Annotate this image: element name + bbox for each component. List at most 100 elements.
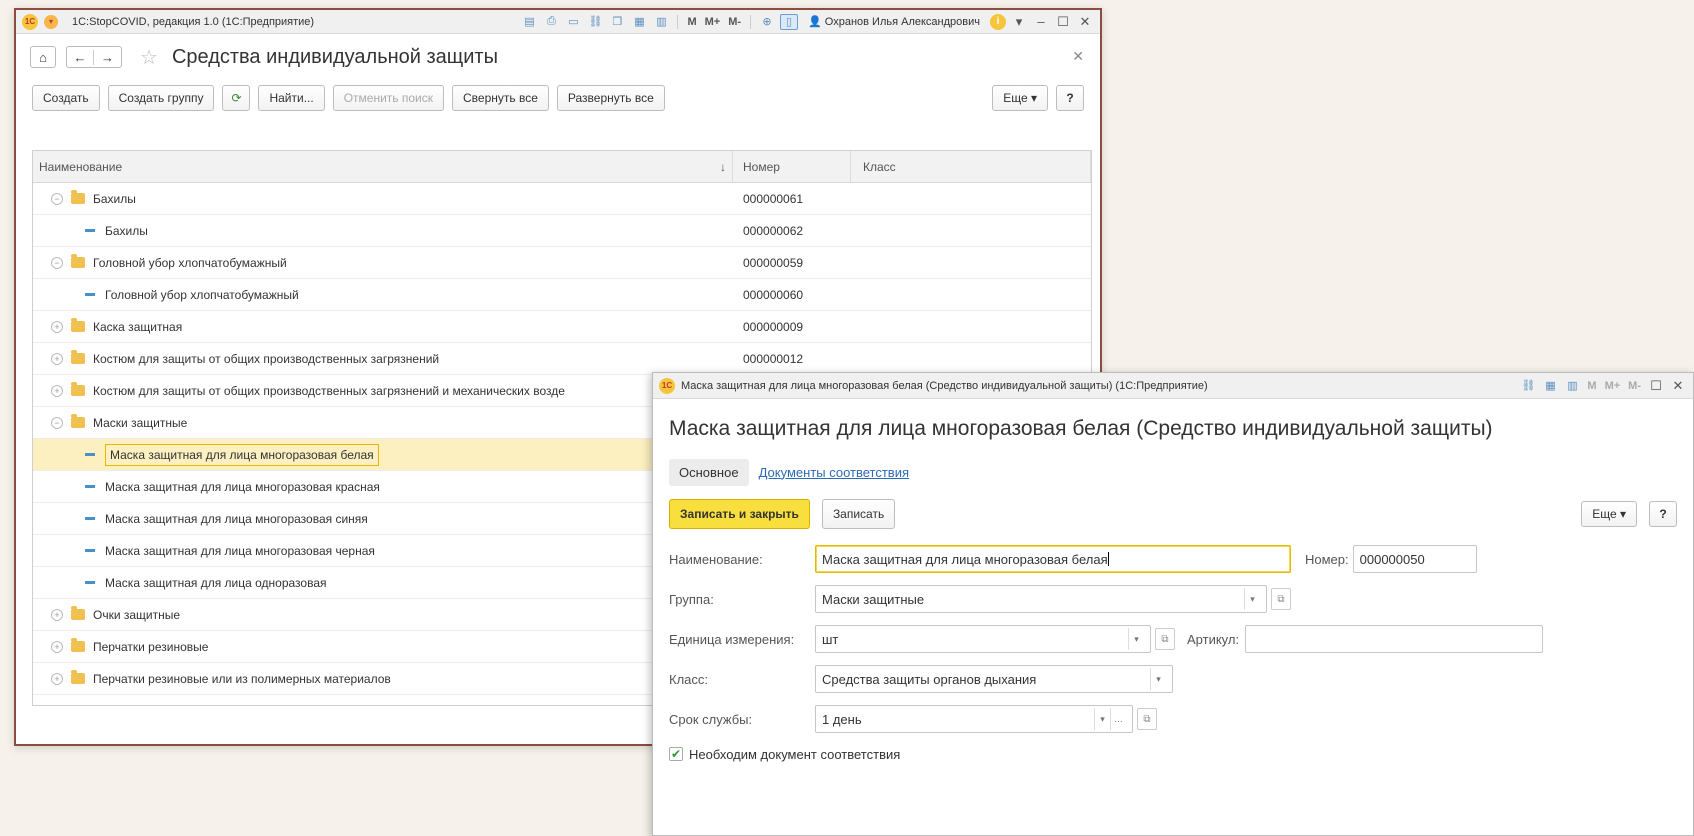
collapse-icon[interactable]: − bbox=[51, 416, 63, 429]
back-icon[interactable]: ← bbox=[67, 49, 95, 65]
table-row[interactable]: − Головной убор хлопчатобумажный 000000059 bbox=[33, 247, 1091, 279]
tab-documents[interactable]: Документы соответствия bbox=[759, 465, 909, 480]
memory-plus-button[interactable]: M+ bbox=[1603, 380, 1623, 392]
find-button[interactable]: Найти... bbox=[258, 85, 325, 111]
forward-icon[interactable]: → bbox=[94, 50, 121, 65]
history-nav: ← → bbox=[66, 46, 122, 68]
close-form-icon[interactable]: ✕ bbox=[1072, 48, 1084, 65]
close-icon[interactable]: ✕ bbox=[1669, 378, 1687, 394]
column-header-name[interactable]: Наименование ↓ bbox=[33, 151, 733, 182]
save-and-close-button[interactable]: Записать и закрыть bbox=[669, 499, 810, 529]
table-row[interactable]: Головной убор хлопчатобумажный 000000060 bbox=[33, 279, 1091, 311]
cell-name: − Маски защитные bbox=[33, 407, 733, 438]
needs-doc-checkbox[interactable]: ✔ bbox=[669, 747, 683, 761]
memory-plus-button[interactable]: M+ bbox=[703, 16, 723, 28]
info-icon[interactable]: i bbox=[990, 13, 1006, 30]
row-name: Маска защитная для лица многоразовая син… bbox=[105, 511, 368, 526]
calendar-icon[interactable]: ▥ bbox=[652, 14, 670, 30]
dropdown-icon[interactable]: ▾ bbox=[1244, 588, 1260, 610]
expand-icon[interactable]: + bbox=[51, 640, 63, 653]
copy-icon[interactable]: ❐ bbox=[608, 14, 626, 30]
collapse-icon[interactable]: − bbox=[51, 192, 63, 205]
1c-logo-icon: 1С bbox=[22, 13, 38, 30]
more-choices-icon[interactable]: … bbox=[1110, 708, 1126, 730]
expand-all-button[interactable]: Развернуть все bbox=[556, 85, 665, 111]
titlebar-toolbar: ▤ ⎙ ▭ ⛓ ❐ ▦ ▥ M M+ M- ⊕ ▯ 👤 Охранов Илья… bbox=[520, 13, 1094, 30]
minimize-icon[interactable]: – bbox=[1032, 14, 1050, 29]
row-name: Очки защитные bbox=[93, 607, 181, 622]
open-icon[interactable]: ⧉ bbox=[1155, 628, 1175, 650]
link-icon[interactable]: ⛓ bbox=[1519, 378, 1537, 394]
expand-icon[interactable]: + bbox=[51, 608, 63, 621]
link-icon[interactable]: ⛓ bbox=[586, 14, 604, 30]
class-field[interactable]: Средства защиты органов дыхания ▾ bbox=[815, 665, 1173, 693]
calendar-icon[interactable]: ▥ bbox=[1563, 378, 1581, 394]
name-field[interactable]: Маска защитная для лица многоразовая бел… bbox=[815, 545, 1291, 573]
cell-name: − Бахилы bbox=[33, 183, 733, 214]
row-name: Перчатки резиновые bbox=[93, 639, 209, 654]
help-button[interactable]: ? bbox=[1056, 85, 1084, 111]
refresh-icon[interactable]: ⟳ bbox=[222, 85, 251, 111]
save-icon[interactable]: ▤ bbox=[520, 14, 538, 30]
column-header-number[interactable]: Номер bbox=[733, 151, 851, 182]
expand-icon[interactable]: + bbox=[51, 672, 63, 685]
column-header-class[interactable]: Класс bbox=[851, 151, 1091, 182]
create-group-button[interactable]: Создать группу bbox=[107, 85, 215, 111]
article-field[interactable] bbox=[1245, 625, 1544, 653]
main-menu-icon[interactable]: ▾ bbox=[44, 14, 58, 29]
number-field[interactable]: 000000050 bbox=[1352, 545, 1477, 573]
expand-icon[interactable]: + bbox=[51, 320, 63, 333]
cancel-search-button[interactable]: Отменить поиск bbox=[332, 85, 445, 111]
table-row[interactable]: + Каска защитная 000000009 bbox=[33, 311, 1091, 343]
create-button[interactable]: Создать bbox=[32, 85, 100, 111]
close-icon[interactable]: ✕ bbox=[1076, 14, 1094, 30]
table-row[interactable]: + Костюм для защиты от общих производстве… bbox=[33, 343, 1091, 375]
save-button[interactable]: Записать bbox=[821, 499, 896, 529]
unit-field[interactable]: шт ▾ bbox=[815, 625, 1151, 653]
more-button[interactable]: Еще ▾ bbox=[992, 85, 1048, 111]
expand-icon[interactable]: + bbox=[51, 384, 63, 397]
tab-main[interactable]: Основное bbox=[669, 458, 749, 486]
current-user[interactable]: 👤 Охранов Илья Александрович bbox=[808, 15, 980, 28]
home-button[interactable]: ⌂ bbox=[30, 46, 56, 68]
dropdown-icon[interactable]: ▾ bbox=[1150, 668, 1166, 690]
panels-icon[interactable]: ▯ bbox=[780, 13, 799, 30]
maximize-icon[interactable]: ☐ bbox=[1054, 14, 1072, 30]
item-icon bbox=[85, 517, 95, 520]
separator bbox=[750, 14, 752, 29]
cell-name: Маска защитная для лица многоразовая син… bbox=[33, 503, 733, 534]
row-name: Костюм для защиты от общих производствен… bbox=[93, 351, 440, 366]
open-icon[interactable]: ⧉ bbox=[1271, 588, 1291, 610]
dropdown-icon[interactable]: ▾ bbox=[1128, 628, 1144, 650]
memory-button[interactable]: M bbox=[1585, 380, 1598, 392]
number-label: Номер: bbox=[1305, 551, 1349, 567]
collapse-all-button[interactable]: Свернуть все bbox=[452, 85, 549, 111]
table-icon[interactable]: ▦ bbox=[630, 14, 648, 30]
dropdown-icon[interactable]: ▾ bbox=[1010, 14, 1028, 30]
collapse-icon[interactable]: − bbox=[51, 256, 63, 269]
maximize-icon[interactable]: ☐ bbox=[1647, 378, 1665, 394]
print-icon[interactable]: ⎙ bbox=[542, 14, 560, 30]
folder-icon bbox=[71, 670, 85, 684]
help-button[interactable]: ? bbox=[1649, 501, 1677, 527]
zoom-icon[interactable]: ⊕ bbox=[758, 14, 776, 30]
preview-icon[interactable]: ▭ bbox=[564, 14, 582, 30]
more-button[interactable]: Еще ▾ bbox=[1581, 501, 1637, 527]
name-label: Наименование: bbox=[669, 551, 763, 567]
table-icon[interactable]: ▦ bbox=[1541, 378, 1559, 394]
memory-minus-button[interactable]: M- bbox=[1626, 380, 1643, 392]
row-name: Костюм для защиты от общих производствен… bbox=[93, 383, 565, 398]
group-label: Группа: bbox=[669, 591, 714, 607]
group-field[interactable]: Маски защитные ▾ bbox=[815, 585, 1267, 613]
expand-icon[interactable]: + bbox=[51, 352, 63, 365]
memory-button[interactable]: M bbox=[685, 16, 698, 28]
table-row[interactable]: Бахилы 000000062 bbox=[33, 215, 1091, 247]
favorite-star-icon[interactable]: ☆ bbox=[140, 45, 158, 70]
dropdown-icon[interactable]: ▾ bbox=[1094, 708, 1110, 730]
item-icon bbox=[85, 229, 95, 232]
table-row[interactable]: − Бахилы 000000061 bbox=[33, 183, 1091, 215]
open-icon[interactable]: ⧉ bbox=[1137, 708, 1157, 730]
row-name: Бахилы bbox=[93, 191, 136, 206]
memory-minus-button[interactable]: M- bbox=[726, 16, 743, 28]
service-life-field[interactable]: 1 день ▾ … bbox=[815, 705, 1133, 733]
